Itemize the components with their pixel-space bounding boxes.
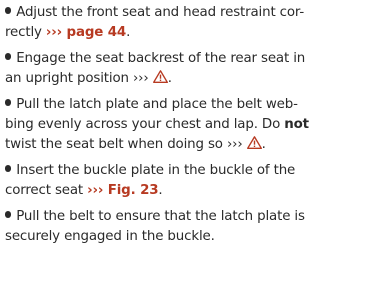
bullet-icon xyxy=(5,99,12,106)
instruction-4-text-a: Insert the buckle plate in the buckle of… xyxy=(16,163,296,178)
instruction-2-text-a: Engage the seat backrest of the rear sea… xyxy=(16,51,306,66)
instruction-3-line-2: bing evenly across your chest and lap. D… xyxy=(5,116,309,134)
instruction-1-line-1: Adjust the front seat and head restraint… xyxy=(5,4,304,22)
instruction-2-period: . xyxy=(167,71,172,86)
instruction-2-text-b: an upright position xyxy=(5,71,133,86)
instruction-3-text-a: Pull the latch plate and place the belt … xyxy=(16,97,298,112)
page-reference-chevrons[interactable]: ››› xyxy=(46,25,62,40)
instruction-1-text-b: rectly xyxy=(5,25,46,40)
instruction-2-line-1: Engage the seat backrest of the rear sea… xyxy=(5,50,305,68)
figure-reference-chevrons[interactable]: ››› xyxy=(87,183,103,198)
warning-triangle-icon[interactable] xyxy=(152,70,168,83)
instruction-4-period: . xyxy=(158,183,163,198)
bullet-icon xyxy=(5,53,12,60)
instruction-5-line-1: Pull the belt to ensure that the latch p… xyxy=(5,208,305,226)
instruction-3-line-3: twist the seat belt when doing so ››› . xyxy=(5,136,266,154)
bullet-icon xyxy=(5,7,12,14)
instruction-4-text-b: correct seat xyxy=(5,183,88,198)
instruction-1-text-a: Adjust the front seat and head restraint… xyxy=(16,5,305,20)
instruction-5-text-a: Pull the belt to ensure that the latch p… xyxy=(16,209,305,224)
instruction-2-line-2: an upright position ››› . xyxy=(5,70,172,88)
page-reference-link[interactable]: page 44 xyxy=(62,25,127,40)
instruction-4-line-1: Insert the buckle plate in the buckle of… xyxy=(5,162,295,180)
instruction-5-text-b: securely engaged in the buckle. xyxy=(5,229,215,244)
instruction-3-text-c: twist the seat belt when doing so xyxy=(5,137,227,152)
emphasis-not: not xyxy=(284,117,309,132)
warning-reference-chevrons[interactable]: ››› xyxy=(133,71,149,86)
instruction-1-period: . xyxy=(126,25,131,40)
instruction-3-period: . xyxy=(261,137,266,152)
instruction-3-line-1: Pull the latch plate and place the belt … xyxy=(5,96,298,114)
instruction-5-line-2: securely engaged in the buckle. xyxy=(5,228,215,246)
warning-reference-chevrons[interactable]: ››› xyxy=(227,137,243,152)
warning-triangle-icon[interactable] xyxy=(246,136,262,149)
instruction-3-text-b: bing evenly across your chest and lap. D… xyxy=(5,117,285,132)
instruction-1-line-2: rectly ››› page 44. xyxy=(5,24,130,42)
bullet-icon xyxy=(5,165,12,172)
figure-reference-link[interactable]: Fig. 23 xyxy=(103,183,159,198)
bullet-icon xyxy=(5,211,12,218)
instruction-4-line-2: correct seat ››› Fig. 23. xyxy=(5,182,163,200)
